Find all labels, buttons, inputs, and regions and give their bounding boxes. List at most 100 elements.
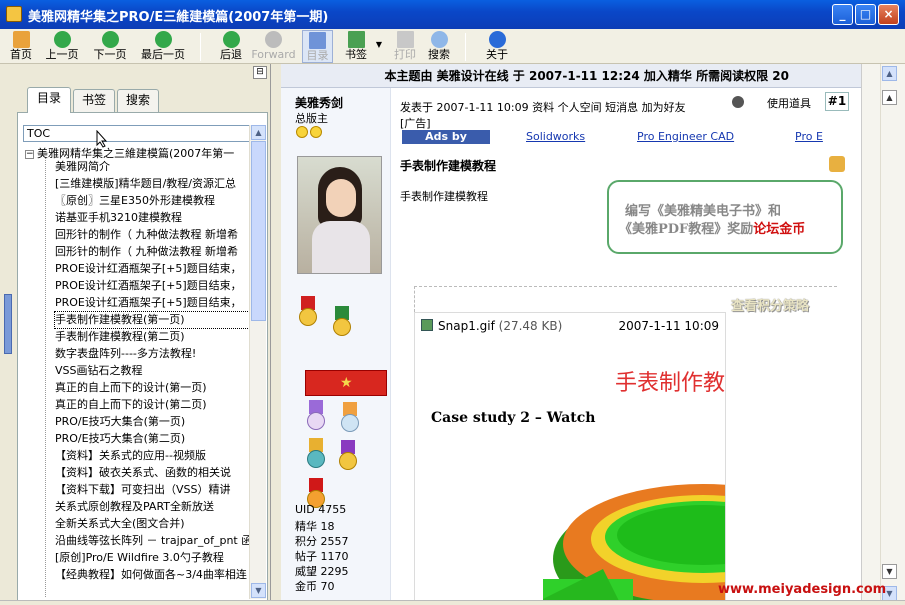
thumbs-up-icon[interactable] (829, 156, 845, 172)
tab-search[interactable]: 搜索 (117, 89, 159, 112)
stat-digest: 精华 18 (295, 520, 335, 533)
tree-item-selected[interactable]: 手表制作建模教程(第一页) (54, 311, 252, 329)
tree-item[interactable]: PRO/E技巧大集合(第一页) (55, 414, 251, 430)
navigation-pane: ⊟ 目录 书签 搜索 TOC − 美雅网精华集之三維建模篇(2007年第一 美雅网… (0, 64, 271, 605)
app-icon (6, 6, 22, 22)
document-scrollbar[interactable]: ▲ ▲ ▼ ▼ (880, 64, 898, 605)
tab-toc[interactable]: 目录 (27, 87, 71, 113)
tree-item[interactable]: 诺基亚手机3210建模教程 (55, 210, 251, 226)
attachment-date: 2007-1-11 10:09 (618, 319, 720, 333)
attachment-heading: 手表制作教 (615, 371, 726, 396)
toc-header: TOC (23, 125, 253, 142)
printer-icon (396, 31, 414, 48)
pane-splitter[interactable] (272, 64, 281, 605)
scroll-small-up-icon[interactable]: ▲ (882, 90, 897, 105)
tree-item[interactable]: 手表制作建模教程(第二页) (55, 329, 251, 345)
ad-link[interactable]: Pro Engineer CAD (637, 130, 734, 143)
tree-item[interactable]: 【经典教程】如何做面各~3/4曲率相连 (55, 567, 251, 583)
tree-item[interactable]: 美雅网简介 (55, 159, 251, 175)
next-page-button[interactable]: 下一页 (90, 30, 130, 63)
tree-item[interactable]: [原创]Pro/E Wildfire 3.0勺子教程 (55, 550, 251, 566)
mouse-cursor-icon (96, 130, 108, 148)
tree-item[interactable]: 真正的自上而下的设计(第一页) (55, 380, 251, 396)
bookmark-dropdown-arrow[interactable]: ▼ (374, 30, 384, 63)
tree-item[interactable]: VSS画钻石之教程 (55, 363, 251, 379)
thread-header: 本主题由 美雅设计在线 于 2007-1-11 12:24 加入精华 所需阅读权… (281, 64, 861, 88)
smiley-icon (310, 126, 322, 138)
scroll-thumb[interactable] (251, 141, 266, 321)
rank-badge: ★ (305, 370, 387, 396)
qq-icon[interactable] (732, 96, 744, 108)
print-button[interactable]: 打印 (390, 30, 420, 63)
stat-points: 积分 2557 (295, 535, 349, 548)
tree-item[interactable]: 回形针的制作（ 九种做法教程 新增希 (55, 227, 251, 243)
bookmark-icon (347, 31, 365, 48)
toolbar-separator (200, 33, 201, 61)
ad-link[interactable]: Pro E (795, 130, 823, 143)
case-study-label: Case study 2 – Watch (431, 410, 596, 426)
toc-panel: TOC − 美雅网精华集之三維建模篇(2007年第一 美雅网简介 [三维建模版]精… (17, 112, 268, 602)
about-button[interactable]: 关于 (482, 30, 512, 63)
view-points-link[interactable]: 查看积分策略 (731, 295, 809, 314)
attachment-filename[interactable]: Snap1.gif (438, 319, 495, 333)
tree-item[interactable]: 全新关系式大全(图文合并) (55, 516, 251, 532)
smiley-icon (296, 126, 308, 138)
ad-link[interactable]: Solidworks (526, 130, 585, 143)
scroll-small-down-icon[interactable]: ▼ (882, 564, 897, 579)
prev-page-button[interactable]: 上一页 (42, 30, 82, 63)
scroll-up-icon[interactable]: ▲ (251, 125, 266, 140)
tree-item[interactable]: PROE设计红酒瓶架子[+5]题目结束， (55, 295, 251, 311)
search-icon (430, 31, 448, 48)
tree-item[interactable]: 【资料】破衣关系式、函数的相关说 (55, 465, 251, 481)
tree-item[interactable]: 【资料】关系式的应用--视频版 (55, 448, 251, 464)
forward-arrow-icon (265, 31, 282, 48)
back-button[interactable]: 后退 (216, 30, 246, 63)
tree-item[interactable]: PRO/E技巧大集合(第二页) (55, 431, 251, 447)
tree-item[interactable]: PROE设计红酒瓶架子[+5]题目结束， (55, 278, 251, 294)
scroll-down-icon[interactable]: ▼ (251, 583, 266, 598)
site-watermark: www.meiyadesign.com (718, 582, 887, 597)
collapse-icon[interactable]: − (25, 149, 34, 159)
tree-item[interactable]: 【资料下载】可变扫出（VSS）精讲 (55, 482, 251, 498)
close-button[interactable]: × (878, 4, 899, 25)
tree-item[interactable]: 数字表盘阵列----多方法教程! (55, 346, 251, 362)
ad-label: [广告] (400, 117, 431, 130)
window-title: 美雅网精华集之PRO/E三維建模篇(2007年第一期) (28, 10, 329, 25)
tree-item[interactable]: 关系式原创教程及PART全新放送 (55, 499, 251, 515)
search-button[interactable]: 搜索 (424, 30, 454, 63)
pane-resize-handle[interactable] (4, 294, 12, 354)
home-button[interactable]: 首页 (6, 30, 36, 63)
document-scroll-area: ▲ ▲ ▼ ▼ (861, 64, 905, 605)
author-name[interactable]: 美雅秀剑 (295, 94, 343, 111)
tree-item[interactable]: [三维建模版]精华题目/教程/资源汇总 (55, 176, 251, 192)
minimize-button[interactable]: _ (832, 4, 853, 25)
bookmark-button[interactable]: 书签 (340, 30, 372, 63)
pin-icon[interactable]: ⊟ (253, 66, 267, 79)
toc-scrollbar[interactable]: ▲ ▼ (249, 125, 266, 599)
tools-link[interactable]: 使用道具 (767, 95, 811, 111)
author-column: 美雅秀剑 总版主 ★ UID 4755 精华 18 积分 2557 帖子 117… (281, 88, 391, 605)
maximize-button[interactable]: □ (855, 4, 876, 25)
tree-item[interactable]: 回形针的制作（ 九种做法教程 新增希 (55, 244, 251, 260)
tree-guide-line (45, 157, 46, 597)
tree-item[interactable]: 〖原创〗三星E350外形建模教程 (55, 193, 251, 209)
attachment: Snap1.gif (27.48 KB) 2007-1-11 10:09 手表制… (414, 312, 726, 605)
back-arrow-icon (222, 31, 240, 48)
stat-coins: 金币 70 (295, 580, 335, 593)
toolbar: 首页 上一页 下一页 最后一页 后退 Forward 目录 书签 ▼ 打印 搜索… (0, 29, 905, 64)
tab-bookmarks[interactable]: 书签 (73, 89, 115, 112)
toc-button[interactable]: 目录 (302, 30, 333, 63)
post-meta[interactable]: 发表于 2007-1-11 10:09 资料 个人空间 短消息 加为好友 (400, 99, 686, 115)
tree-item[interactable]: PROE设计红酒瓶架子[+5]题目结束， (55, 261, 251, 277)
tree-item[interactable]: 沿曲线等弦长阵列 － trajpar_of_pnt 函 (55, 533, 251, 549)
post-number: #1 (825, 92, 849, 111)
status-bar (0, 600, 905, 605)
ads-by-google-badge[interactable]: Ads by Google (402, 130, 490, 157)
arrow-down-icon (101, 31, 119, 48)
scroll-up-icon[interactable]: ▲ (882, 66, 897, 81)
forward-button[interactable]: Forward (251, 30, 296, 63)
medal-icon (305, 400, 327, 430)
last-page-button[interactable]: 最后一页 (137, 30, 189, 63)
tree-item[interactable]: 真正的自上而下的设计(第二页) (55, 397, 251, 413)
author-rank: 总版主 (295, 112, 328, 125)
